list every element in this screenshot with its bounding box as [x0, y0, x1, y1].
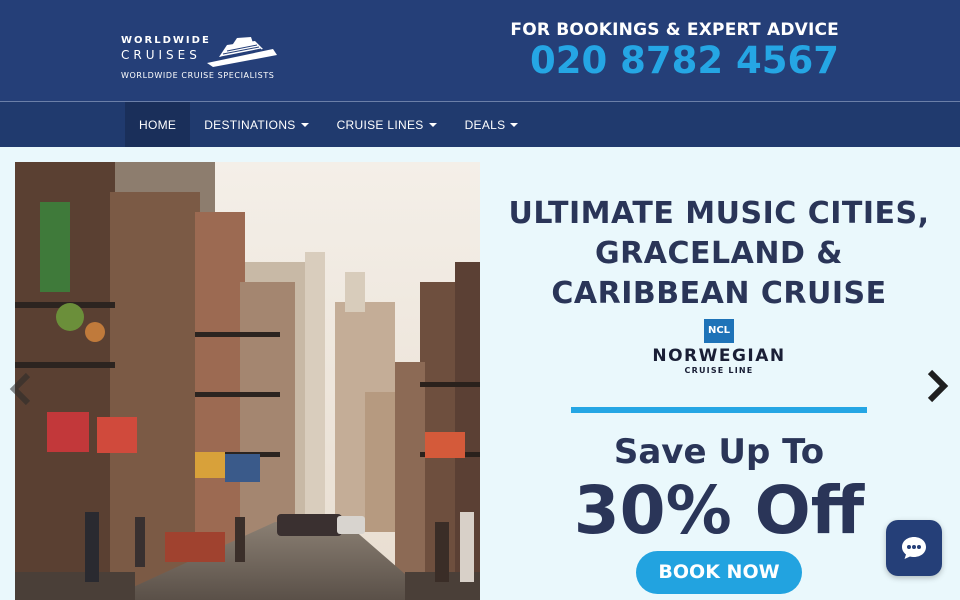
ncl-logo-badge: NCL [704, 319, 734, 343]
logo-tagline: WORLDWIDE CRUISE SPECIALISTS [121, 71, 275, 80]
cruise-line-sub: CRUISE LINE [684, 366, 754, 375]
nav-item-cruise-lines[interactable]: CRUISE LINES [323, 102, 451, 147]
caret-down-icon [300, 122, 309, 127]
promo-title-line3: CARIBBEAN CRUISE [551, 276, 887, 311]
caret-down-icon [428, 122, 437, 127]
logo-line2: CRUISES [121, 48, 201, 62]
cruise-line-name: NORWEGIAN [652, 346, 786, 366]
site-logo[interactable]: WORLDWIDE CRUISES WORLDWIDE CRUISE SPECI… [121, 35, 281, 83]
carousel-next-button[interactable] [922, 366, 952, 406]
nav-item-home[interactable]: HOME [125, 102, 191, 147]
carousel-prev-button[interactable] [6, 369, 36, 409]
nav-list: HOME DESTINATIONS CRUISE LINES DEALS [125, 102, 532, 147]
cruise-ship-icon [207, 37, 277, 67]
nav-item-label: HOME [139, 117, 177, 132]
main-nav: HOME DESTINATIONS CRUISE LINES DEALS [0, 101, 960, 147]
book-now-button[interactable]: BOOK NOW [636, 551, 802, 594]
city-street-illustration [15, 162, 480, 600]
chevron-left-icon [9, 372, 31, 406]
promo-title-line2: GRACELAND & [595, 236, 843, 271]
promo-title: ULTIMATE MUSIC CITIES, GRACELAND & CARIB… [480, 194, 958, 314]
city-street-photo [15, 162, 480, 600]
site-header: WORLDWIDE CRUISES WORLDWIDE CRUISE SPECI… [0, 0, 960, 101]
nav-item-label: CRUISE LINES [336, 117, 424, 132]
nav-item-deals[interactable]: DEALS [451, 102, 533, 147]
phone-number[interactable]: 020 8782 4567 [510, 40, 839, 82]
promo-divider [571, 407, 867, 413]
logo-line1: WORLDWIDE [121, 35, 211, 46]
chevron-right-icon [927, 369, 949, 403]
nav-item-label: DEALS [464, 117, 506, 132]
caret-down-icon [510, 122, 519, 127]
save-label: Save Up To [613, 432, 825, 472]
hero-banner: ULTIMATE MUSIC CITIES, GRACELAND & CARIB… [0, 147, 960, 600]
nav-item-destinations[interactable]: DESTINATIONS [190, 102, 322, 147]
nav-item-label: DESTINATIONS [204, 117, 296, 132]
promo-title-line1: ULTIMATE MUSIC CITIES, [508, 196, 930, 231]
contact-block: FOR BOOKINGS & EXPERT ADVICE 020 8782 45… [510, 20, 839, 82]
chat-button[interactable] [886, 520, 942, 576]
chat-bubble-icon [902, 537, 926, 559]
contact-label: FOR BOOKINGS & EXPERT ADVICE [510, 20, 839, 40]
